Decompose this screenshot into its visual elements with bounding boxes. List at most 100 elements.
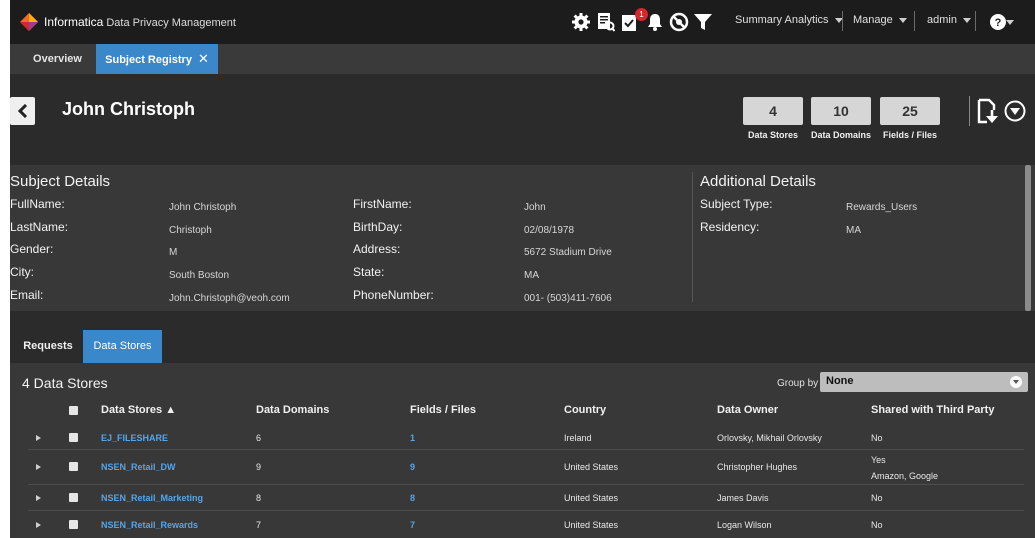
data-store-link[interactable]: EJ_FILESHARE (101, 433, 168, 443)
tab-overview[interactable]: Overview (22, 44, 93, 74)
row-checkbox[interactable] (69, 493, 78, 502)
field-label: FullName: (10, 197, 65, 211)
row-checkbox[interactable] (69, 462, 78, 471)
group-by-value: None (826, 375, 854, 387)
column-header-country[interactable]: Country (564, 404, 606, 416)
tab-requests[interactable]: Requests (16, 330, 80, 363)
fields-files-link[interactable]: 9 (410, 462, 415, 472)
country-cell: United States (564, 520, 619, 530)
field-value: Rewards_Users (846, 202, 918, 213)
details-scrollbar[interactable] (1025, 165, 1031, 311)
column-header-data-domains[interactable]: Data Domains (256, 404, 329, 416)
bell-icon[interactable] (644, 11, 666, 33)
back-button[interactable] (10, 97, 35, 125)
column-header-data-owner[interactable]: Data Owner (717, 404, 778, 416)
stat-fields-files-label: Fields / Files (882, 130, 938, 140)
tab-subject-registry-label: Subject Registry (105, 54, 192, 66)
stat-fields-files-value[interactable]: 25 (880, 97, 940, 125)
data-owner-cell: James Davis (717, 493, 769, 503)
fields-files-link[interactable]: 7 (410, 520, 415, 530)
shared-cell: Yes (871, 455, 886, 465)
close-icon[interactable]: ✕ (198, 51, 209, 66)
data-domains-cell: 8 (256, 493, 262, 503)
row-checkbox[interactable] (69, 433, 78, 442)
stat-data-stores-value[interactable]: 4 (743, 97, 803, 125)
filter-icon[interactable] (692, 11, 714, 33)
data-stores-count: 4 Data Stores (22, 375, 108, 391)
field-label: BirthDay: (353, 220, 403, 234)
fields-files-link[interactable]: 1 (410, 433, 415, 443)
field-label: PhoneNumber: (353, 288, 434, 302)
additional-details-title: Additional Details (700, 173, 816, 190)
manage-label: Manage (853, 14, 893, 26)
table-row[interactable]: NSEN_Retail_Rewards 7 7 United States Lo… (28, 511, 1024, 538)
field-label: Email: (10, 288, 44, 302)
expand-row-icon[interactable] (36, 495, 41, 501)
table-row[interactable]: EJ_FILESHARE 6 1 Ireland Orlovsky, Mikha… (28, 425, 1024, 450)
data-store-link[interactable]: NSEN_Retail_Rewards (101, 520, 198, 530)
field-value: South Boston (169, 270, 230, 281)
field-label: Residency: (700, 220, 760, 234)
country-cell: United States (564, 493, 619, 503)
expand-row-icon[interactable] (36, 522, 41, 528)
field-label: Address: (353, 242, 401, 256)
help-chevron-icon[interactable] (1006, 20, 1014, 25)
expand-row-icon[interactable] (36, 435, 41, 441)
field-label: Gender: (10, 242, 54, 256)
field-value: John (524, 202, 546, 213)
download-icon[interactable] (977, 98, 999, 124)
brand-name: Informatica (44, 15, 104, 29)
back-arrow-icon (17, 104, 27, 118)
field-label: City: (10, 265, 34, 279)
tab-data-stores[interactable]: Data Stores (83, 330, 162, 363)
shared-detail-cell: Amazon, Google (871, 471, 939, 481)
stat-data-domains-value[interactable]: 10 (811, 97, 871, 125)
details-divider (692, 172, 693, 302)
tab-subject-registry[interactable]: Subject Registry ✕ (96, 44, 218, 74)
field-value: Christoph (169, 225, 212, 236)
brand[interactable]: Informatica Data Privacy Management (44, 15, 236, 29)
field-label: LastName: (10, 220, 69, 234)
field-value: John.Christoph@veoh.com (169, 293, 290, 304)
select-all-checkbox[interactable] (69, 406, 78, 415)
table-row[interactable]: NSEN_Retail_DW 9 9 United States Christo… (28, 450, 1024, 485)
svg-text:?: ? (995, 17, 1002, 29)
field-value: MA (524, 270, 539, 281)
data-store-link[interactable]: NSEN_Retail_Marketing (101, 493, 203, 503)
column-header-data-stores[interactable]: Data Stores ▲ (101, 404, 176, 416)
header-divider (969, 96, 970, 126)
field-value: 5672 Stadium Drive (524, 247, 612, 258)
tab-requests-label: Requests (23, 340, 73, 352)
chevron-down-icon (962, 17, 971, 23)
manage-menu[interactable]: Manage (853, 14, 907, 26)
support-icon[interactable] (668, 11, 690, 33)
data-domains-cell: 7 (256, 520, 262, 530)
menu-divider (842, 11, 843, 31)
settings-gear-icon[interactable] (570, 11, 592, 33)
column-header-fields-files[interactable]: Fields / Files (410, 404, 476, 416)
shared-cell: No (871, 433, 883, 443)
report-icon[interactable] (595, 11, 617, 33)
user-menu[interactable]: admin (927, 14, 971, 26)
field-value: 02/08/1978 (524, 225, 575, 236)
data-domains-cell: 6 (256, 433, 262, 443)
data-owner-cell: Orlovsky, Mikhail Orlovsky (717, 433, 822, 443)
table-row[interactable]: NSEN_Retail_Marketing 8 8 United States … (28, 485, 1024, 511)
data-store-link[interactable]: NSEN_Retail_DW (101, 462, 176, 472)
group-by-select[interactable]: None (820, 372, 1028, 392)
column-header-shared[interactable]: Shared with Third Party (871, 404, 994, 416)
tab-overview-label: Overview (33, 53, 82, 65)
fields-files-link[interactable]: 8 (410, 493, 415, 503)
subject-details-panel (10, 165, 1035, 311)
country-cell: Ireland (564, 433, 592, 443)
expand-row-icon[interactable] (36, 464, 41, 470)
menu-divider (914, 11, 915, 31)
stat-data-stores-label: Data Stores (747, 130, 799, 140)
row-checkbox[interactable] (69, 520, 78, 529)
summary-analytics-menu[interactable]: Summary Analytics (735, 14, 843, 26)
summary-analytics-label: Summary Analytics (735, 14, 829, 26)
expand-circle-icon[interactable] (1004, 100, 1026, 122)
stat-data-domains-label: Data Domains (811, 130, 872, 140)
chevron-down-icon (1010, 376, 1022, 388)
user-label: admin (927, 14, 957, 26)
